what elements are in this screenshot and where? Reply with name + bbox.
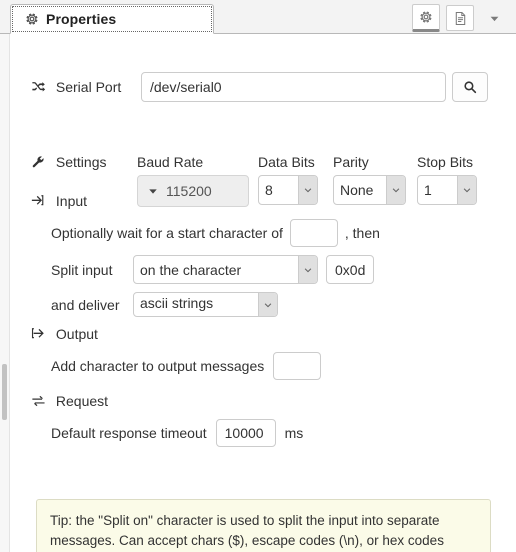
header-buttons [412, 4, 508, 32]
response-timeout-unit: ms [284, 425, 304, 441]
sign-in-icon [31, 194, 46, 208]
chevron-down-icon [488, 12, 501, 25]
stop-bits-label: Stop Bits [417, 154, 474, 170]
scroll-region: Serial Port /dev/serial0 Settings Baud R… [0, 34, 516, 552]
request-section-heading: Request [31, 393, 108, 409]
tip-box: Tip: the "Split on" character is used to… [36, 499, 491, 552]
scrollbar-thumb[interactable] [2, 364, 7, 420]
serial-port-search-button[interactable] [452, 72, 488, 102]
data-bits-select[interactable]: 8 [258, 175, 318, 205]
scrollbar-track[interactable] [0, 34, 10, 552]
tip-text: Tip: the "Split on" character is used to… [50, 513, 444, 548]
serial-port-label-text: Serial Port [55, 79, 122, 95]
data-bits-select-wrap: 8 [258, 175, 318, 205]
parity-select-wrap: None [333, 175, 406, 205]
properties-form: Serial Port /dev/serial0 Settings Baud R… [11, 34, 516, 552]
deliver-select-wrap: ascii strings [133, 292, 278, 317]
response-timeout-label: Default response timeout [51, 425, 207, 441]
output-add-character-input[interactable] [273, 352, 322, 380]
tab-label: Properties [46, 11, 117, 27]
stop-bits-select[interactable]: 1 [417, 175, 477, 205]
stop-bits-select-wrap: 1 [417, 175, 477, 205]
settings-label-text: Settings [55, 154, 107, 170]
data-bits-label: Data Bits [258, 154, 315, 170]
tab-properties[interactable]: Properties [10, 4, 214, 34]
response-timeout-row: Default response timeout ms [51, 419, 303, 447]
wrench-icon [31, 155, 46, 169]
sign-out-icon [31, 327, 46, 341]
properties-panel: Properties Serial Port /dev/serial0 Sett… [0, 0, 516, 552]
start-character-input[interactable] [289, 219, 338, 247]
properties-button[interactable] [412, 4, 440, 32]
deliver-select[interactable]: ascii strings [133, 292, 278, 317]
exchange-icon [31, 394, 46, 408]
input-section-heading-text: Input [55, 193, 88, 209]
split-mode-select-wrap: on the character [133, 255, 318, 284]
start-character-prefix: Optionally wait for a start character of [51, 225, 283, 241]
split-input-label: Split input [51, 261, 113, 278]
serial-port-label: Serial Port [31, 79, 141, 95]
output-section-heading-text: Output [55, 326, 98, 342]
tab-bar: Properties [0, 0, 516, 34]
settings-label: Settings [31, 154, 106, 170]
parity-label: Parity [333, 154, 369, 170]
split-mode-select[interactable]: on the character [133, 255, 318, 284]
document-icon [453, 11, 468, 26]
serial-port-input[interactable] [141, 72, 446, 102]
output-add-character-row: Add character to output messages [51, 352, 322, 380]
output-section-heading: Output [31, 326, 98, 342]
split-character-input[interactable] [326, 255, 374, 284]
deliver-row: and deliver ascii strings [51, 292, 278, 317]
baud-rate-label: Baud Rate [137, 154, 204, 170]
start-character-suffix: , then [344, 225, 380, 241]
split-input-row: Split input on the character [51, 255, 374, 284]
gear-icon [419, 10, 433, 24]
search-icon [463, 80, 477, 94]
deliver-label: and deliver [51, 296, 120, 313]
description-button[interactable] [446, 5, 474, 31]
tab-strip: Properties [10, 3, 214, 34]
gear-icon [25, 12, 39, 26]
response-timeout-input[interactable] [215, 419, 276, 447]
output-add-character-label: Add character to output messages [51, 358, 265, 374]
baud-rate-dropdown[interactable]: 115200 [137, 175, 249, 207]
request-section-heading-text: Request [55, 393, 109, 409]
parity-select[interactable]: None [333, 175, 406, 205]
input-section-heading: Input [31, 193, 87, 209]
serial-port-row: Serial Port [31, 72, 511, 102]
baud-rate-value: 115200 [166, 183, 212, 199]
more-menu-button[interactable] [480, 5, 508, 31]
start-character-row: Optionally wait for a start character of… [51, 219, 380, 247]
caret-down-icon [148, 186, 158, 196]
shuffle-icon [31, 80, 46, 94]
